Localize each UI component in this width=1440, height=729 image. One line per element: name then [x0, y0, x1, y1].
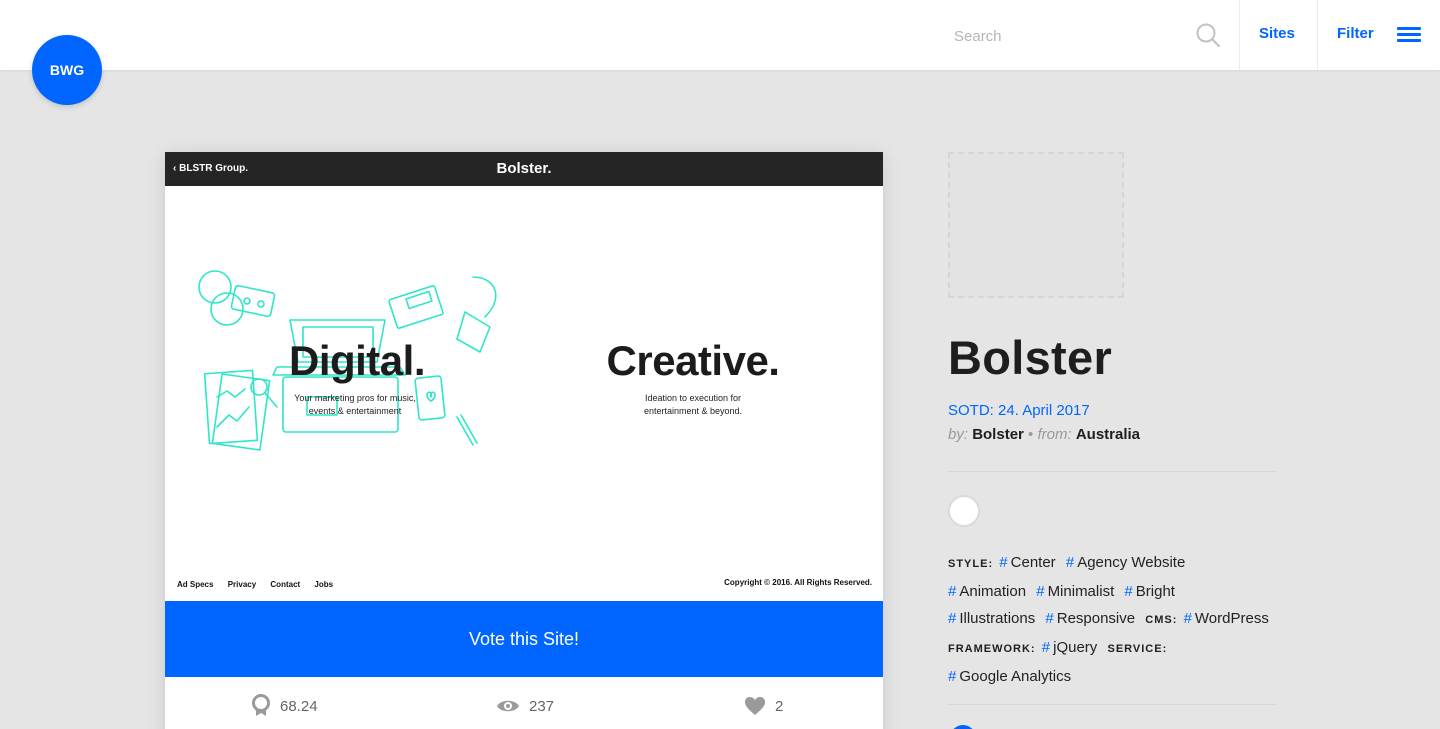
hamburger-menu-icon[interactable]	[1397, 27, 1421, 43]
sites-link[interactable]: Sites	[1259, 25, 1295, 42]
site-card: ‹ BLSTR Group. Bolster. Digital. Your ma…	[165, 152, 883, 729]
footer-link: Jobs	[314, 580, 334, 589]
tag-list: STYLE: # Center # Agency Website # Animatio…	[948, 549, 1278, 690]
likes-value: 2	[775, 697, 784, 715]
views-stat: 237	[496, 695, 554, 717]
subtext-line: events & entertainment	[308, 406, 402, 416]
color-swatch[interactable]	[948, 495, 980, 527]
author-link[interactable]: Bolster	[972, 426, 1024, 443]
country-link[interactable]: Australia	[1076, 426, 1140, 443]
tag-wordpress[interactable]: # WordPress	[1184, 610, 1269, 627]
footer-link: Ad Specs	[177, 580, 214, 589]
filter-link[interactable]: Filter	[1337, 25, 1374, 42]
tag-category-style: STYLE:	[948, 558, 994, 570]
screenshot-brand: Bolster.	[496, 160, 552, 177]
tag-category-service: SERVICE:	[1107, 643, 1168, 655]
footer-link: Contact	[270, 580, 301, 589]
section-divider	[948, 471, 1276, 472]
screenshot-header-bar: ‹ BLSTR Group. Bolster.	[165, 152, 883, 186]
tag-jquery[interactable]: # jQuery	[1042, 639, 1098, 656]
preview-heading-creative: Creative.	[606, 337, 780, 384]
subtext-line: Ideation to execution for	[644, 393, 742, 403]
from-label: from:	[1037, 426, 1072, 443]
preview-subtext-creative: Ideation to execution for entertainment …	[613, 392, 773, 418]
tag-responsive[interactable]: # Responsive	[1045, 610, 1135, 627]
profile-avatar[interactable]	[950, 725, 976, 729]
heart-icon[interactable]	[744, 696, 766, 716]
preview-subtext-digital: Your marketing pros for music, events & …	[275, 392, 435, 418]
search-icon[interactable]	[1195, 22, 1221, 48]
site-screenshot[interactable]: ‹ BLSTR Group. Bolster. Digital. Your ma…	[165, 152, 883, 600]
tag-illustrations[interactable]: # Illustrations	[948, 610, 1035, 627]
tag-center[interactable]: # Center	[999, 554, 1055, 571]
tag-google-analytics[interactable]: # Google Analytics	[948, 668, 1071, 685]
tag-animation[interactable]: # Animation	[948, 583, 1026, 600]
site-title: Bolster	[948, 331, 1113, 384]
tag-category-cms: CMS:	[1145, 614, 1178, 626]
vote-button[interactable]: Vote this Site!	[165, 601, 883, 677]
brand-logo[interactable]: BWG	[32, 35, 102, 105]
sotd-date[interactable]: SOTD: 24. April 2017	[948, 402, 1090, 419]
nav-divider	[1239, 0, 1240, 70]
search-box	[940, 0, 1240, 70]
score-value: 68.24	[280, 697, 318, 715]
tag-bright[interactable]: # Bright	[1124, 583, 1175, 600]
screenshot-copyright: Copyright © 2016. All Rights Reserved.	[724, 578, 872, 587]
byline-separator: •	[1028, 426, 1034, 443]
subtext-line: entertainment & beyond.	[643, 406, 743, 416]
footer-link: Privacy	[227, 580, 257, 589]
preview-heading-digital: Digital.	[288, 337, 426, 384]
screenshot-footer-links: Ad Specs Privacy Contact Jobs	[177, 580, 345, 589]
nav-divider	[1317, 0, 1318, 70]
likes-stat[interactable]: 2	[744, 695, 783, 717]
byline: by: Bolster • from: Australia	[948, 426, 1140, 443]
by-label: by:	[948, 426, 969, 443]
tag-minimalist[interactable]: # Minimalist	[1036, 583, 1114, 600]
views-value: 237	[529, 697, 555, 715]
top-bar: Sites Filter	[0, 0, 1440, 70]
award-icon	[252, 694, 270, 716]
tag-category-framework: FRAMEWORK:	[948, 643, 1036, 655]
score-stat: 68.24	[251, 694, 318, 717]
search-input[interactable]	[946, 22, 1176, 50]
award-placeholder	[948, 152, 1124, 298]
tag-agency-website[interactable]: # Agency Website	[1066, 554, 1185, 571]
section-divider	[948, 704, 1276, 705]
subtext-line: Your marketing pros for music,	[294, 393, 416, 403]
eye-icon	[497, 700, 519, 712]
